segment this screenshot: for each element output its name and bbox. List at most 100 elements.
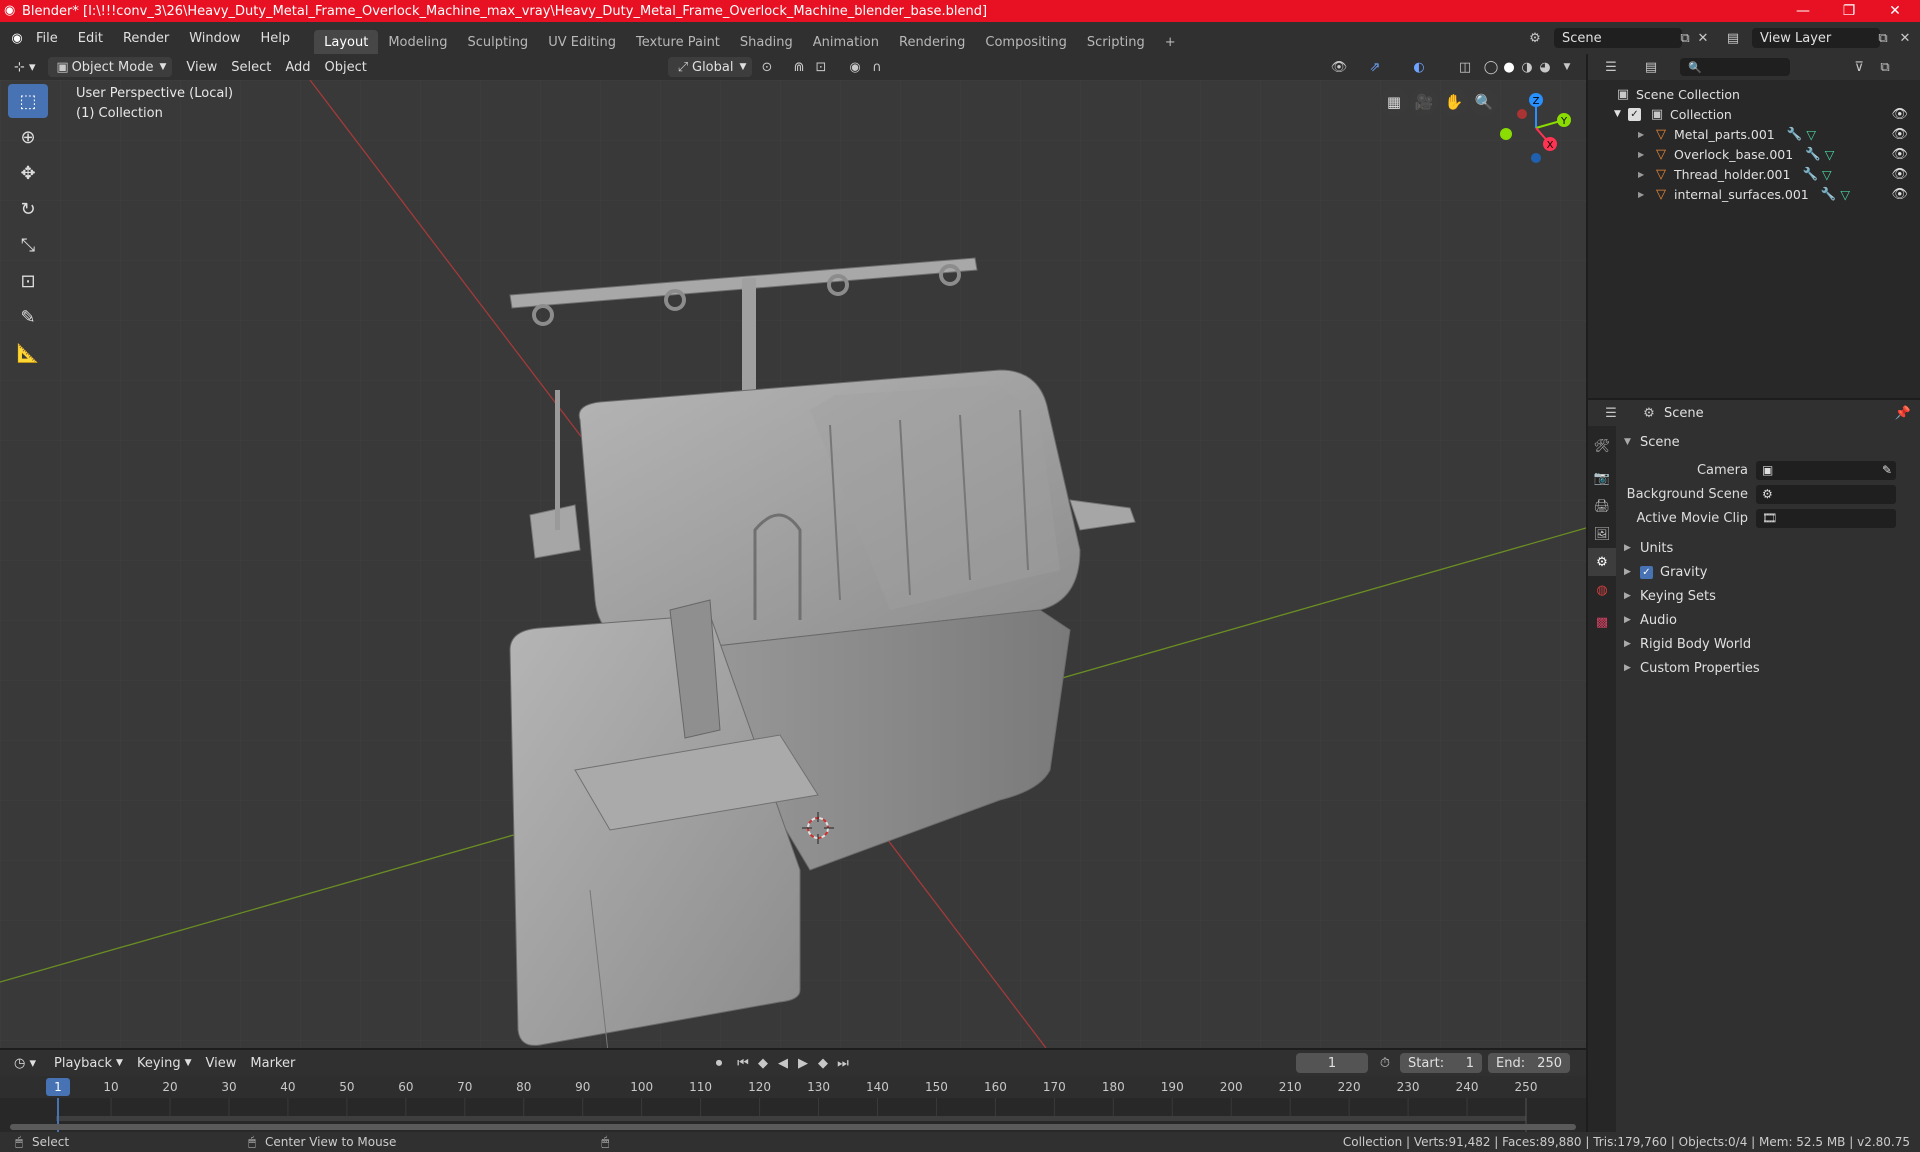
play-icon[interactable]: ▶ xyxy=(794,1054,812,1072)
modifier-icon[interactable]: 🔧 xyxy=(1821,186,1837,202)
scene-panel-header[interactable]: ▼ Scene xyxy=(1616,430,1920,454)
camera-view-button[interactable]: 🎥 xyxy=(1410,88,1438,116)
menu-add[interactable]: Add xyxy=(279,57,316,77)
annotate-tool[interactable]: ✎ xyxy=(8,300,48,334)
delete-view-layer-icon[interactable]: ✕ xyxy=(1896,29,1914,47)
tab-shading[interactable]: Shading xyxy=(730,30,803,54)
menu-view[interactable]: View xyxy=(200,1053,243,1073)
new-view-layer-icon[interactable]: ⧉ xyxy=(1874,29,1892,47)
orientation-dropdown[interactable]: ⤢ Global ▼ xyxy=(668,57,753,77)
modifier-icon[interactable]: 🔧 xyxy=(1805,146,1821,162)
pivot-point-icon[interactable]: ⊙ xyxy=(758,58,776,76)
tab-sculpting[interactable]: Sculpting xyxy=(457,30,538,54)
outliner-object-row[interactable]: ▶ ▽ Overlock_base.001 🔧 ▽ 👁 xyxy=(1588,144,1920,164)
menu-keying[interactable]: Keying ▼ xyxy=(131,1053,198,1073)
scene-selector-icon[interactable]: ⚙ xyxy=(1526,29,1544,47)
mode-dropdown[interactable]: ▣ Object Mode ▼ xyxy=(47,57,173,77)
tab-output[interactable]: 🖨 xyxy=(1588,492,1616,520)
menu-file[interactable]: File xyxy=(26,22,68,54)
audio-panel[interactable]: ▶ Audio xyxy=(1616,608,1920,632)
menu-window[interactable]: Window xyxy=(179,22,250,54)
zoom-view-button[interactable]: 🔍 xyxy=(1470,88,1498,116)
tab-animation[interactable]: Animation xyxy=(803,30,889,54)
scale-tool[interactable]: ⤡ xyxy=(8,228,48,262)
start-frame-field[interactable]: Start: 1 xyxy=(1400,1053,1482,1073)
snap-target-icon[interactable]: ⊡ xyxy=(812,58,830,76)
editor-type-icon[interactable]: ☰ xyxy=(1602,404,1620,422)
blender-menu-icon[interactable]: ◉ xyxy=(8,29,26,47)
navigation-gizmo[interactable]: Z Y X xyxy=(1496,84,1576,168)
collection-checkbox[interactable]: ✓ xyxy=(1628,107,1641,121)
add-workspace-button[interactable]: + xyxy=(1155,30,1186,54)
tab-render[interactable]: 📷 xyxy=(1588,464,1616,492)
tab-world[interactable]: ◍ xyxy=(1588,576,1616,604)
proportional-edit-icon[interactable]: ◉ xyxy=(846,58,864,76)
modifier-icon[interactable]: 🔧 xyxy=(1802,166,1818,182)
current-frame-field[interactable]: 1 xyxy=(1296,1053,1368,1073)
tab-scripting[interactable]: Scripting xyxy=(1077,30,1155,54)
maximize-button[interactable]: ❐ xyxy=(1826,0,1872,22)
close-button[interactable]: ✕ xyxy=(1872,0,1918,22)
filter-icon[interactable]: ⊽ xyxy=(1850,58,1868,76)
camera-field[interactable]: ▣ ✎ xyxy=(1756,460,1896,480)
end-frame-field[interactable]: End: 250 xyxy=(1488,1053,1570,1073)
menu-view[interactable]: View xyxy=(180,57,223,77)
solid-shading-icon[interactable]: ● xyxy=(1500,58,1518,76)
prev-keyframe-icon[interactable]: ◆ xyxy=(754,1054,772,1072)
tab-uv-editing[interactable]: UV Editing xyxy=(538,30,626,54)
tab-rendering[interactable]: Rendering xyxy=(889,30,975,54)
next-keyframe-icon[interactable]: ◆ xyxy=(814,1054,832,1072)
select-box-tool[interactable]: ⬚ xyxy=(8,84,48,118)
cursor-tool[interactable]: ⊕ xyxy=(8,120,48,154)
gravity-panel[interactable]: ▶ ✓ Gravity xyxy=(1616,560,1920,584)
menu-playback[interactable]: Playback ▼ xyxy=(48,1053,129,1073)
record-icon[interactable]: ⏺ xyxy=(710,1054,728,1072)
wireframe-shading-icon[interactable]: ◯ xyxy=(1482,58,1500,76)
editor-type-icon[interactable]: ◷ ▾ xyxy=(8,1053,42,1073)
snap-icon[interactable]: ⋒ xyxy=(790,58,808,76)
toggle-camera-view-button[interactable]: ▦ xyxy=(1380,88,1408,116)
mesh-data-icon[interactable]: ▽ xyxy=(1806,127,1816,142)
expand-arrow-icon[interactable]: ▶ xyxy=(1638,170,1652,179)
jump-start-icon[interactable]: ⏮ xyxy=(734,1054,752,1072)
jump-end-icon[interactable]: ⏭ xyxy=(834,1054,852,1072)
gravity-checkbox[interactable]: ✓ xyxy=(1640,565,1653,579)
new-scene-icon[interactable]: ⧉ xyxy=(1676,29,1694,47)
custom-properties-panel[interactable]: ▶ Custom Properties xyxy=(1616,656,1920,680)
stopwatch-icon[interactable]: ⏱ xyxy=(1376,1054,1394,1072)
expand-arrow-icon[interactable]: ▶ xyxy=(1638,130,1652,139)
eye-icon[interactable]: 👁 xyxy=(1891,167,1908,182)
overlay-toggle-icon[interactable]: ◐ xyxy=(1410,58,1428,76)
menu-edit[interactable]: Edit xyxy=(68,22,113,54)
menu-object[interactable]: Object xyxy=(319,57,373,77)
eye-icon[interactable]: 👁 xyxy=(1891,147,1908,162)
visibility-icon[interactable]: 👁 xyxy=(1330,58,1348,76)
shading-options-icon[interactable]: ▼ xyxy=(1558,58,1576,76)
outliner-object-row[interactable]: ▶ ▽ internal_surfaces.001 🔧 ▽ 👁 xyxy=(1588,184,1920,204)
tab-texture[interactable]: ▩ xyxy=(1588,608,1616,636)
editor-type-icon[interactable]: ☰ xyxy=(1602,58,1620,76)
rigid-body-world-panel[interactable]: ▶ Rigid Body World xyxy=(1616,632,1920,656)
mesh-data-icon[interactable]: ▽ xyxy=(1840,187,1850,202)
mesh-data-icon[interactable]: ▽ xyxy=(1822,167,1832,182)
falloff-icon[interactable]: ∩ xyxy=(868,58,886,76)
tab-modeling[interactable]: Modeling xyxy=(378,30,457,54)
tab-layout[interactable]: Layout xyxy=(314,30,379,54)
outliner-object-row[interactable]: ▶ ▽ Thread_holder.001 🔧 ▽ 👁 xyxy=(1588,164,1920,184)
play-reverse-icon[interactable]: ◀ xyxy=(774,1054,792,1072)
pan-view-button[interactable]: ✋ xyxy=(1440,88,1468,116)
rendered-shading-icon[interactable]: ◕ xyxy=(1536,58,1554,76)
modifier-icon[interactable]: 🔧 xyxy=(1787,126,1803,142)
outliner-object-row[interactable]: ▶ ▽ Metal_parts.001 🔧 ▽ 👁 xyxy=(1588,124,1920,144)
eyedropper-icon[interactable]: ✎ xyxy=(1882,463,1892,477)
overlock-machine-model[interactable] xyxy=(480,170,1160,1048)
3d-viewport[interactable]: User Perspective (Local) (1) Collection … xyxy=(0,80,1586,1048)
tab-view-layer[interactable]: 🖼 xyxy=(1588,520,1616,548)
background-scene-field[interactable]: ⚙ xyxy=(1756,484,1896,504)
expand-arrow-icon[interactable]: ▼ xyxy=(1614,109,1628,119)
editor-type-icon[interactable]: ⊹ ▾ xyxy=(8,57,42,77)
keying-sets-panel[interactable]: ▶ Keying Sets xyxy=(1616,584,1920,608)
transform-tool[interactable]: ⊡ xyxy=(8,264,48,298)
pin-icon[interactable]: 📌 xyxy=(1894,404,1912,422)
eye-icon[interactable]: 👁 xyxy=(1891,127,1908,142)
